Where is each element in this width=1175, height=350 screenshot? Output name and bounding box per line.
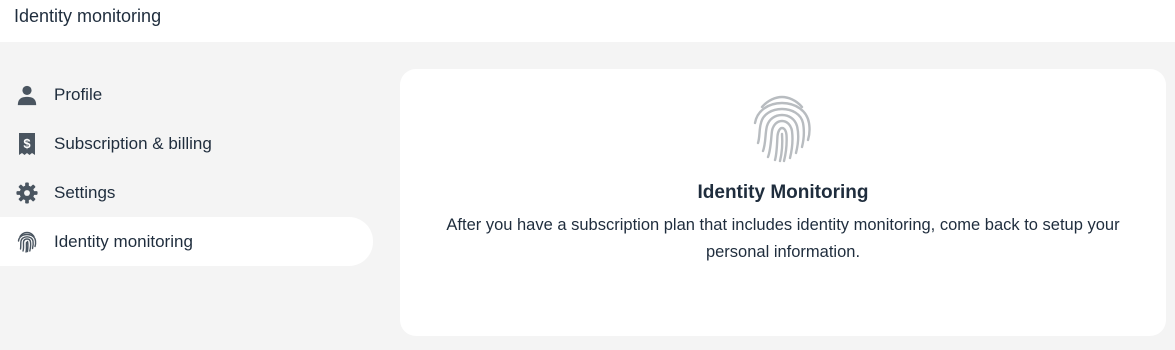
gear-icon bbox=[15, 181, 39, 205]
receipt-dollar-icon: $ bbox=[15, 132, 39, 156]
fingerprint-icon bbox=[746, 93, 818, 165]
sidebar-item-label: Settings bbox=[54, 182, 116, 202]
sidebar-item-label: Identity monitoring bbox=[54, 231, 193, 251]
panel-description: After you have a subscription plan that … bbox=[446, 216, 1120, 261]
sidebar-item-label: Subscription & billing bbox=[54, 133, 212, 153]
person-icon bbox=[15, 83, 39, 107]
fingerprint-icon bbox=[15, 230, 39, 254]
sidebar-item-identity-monitoring[interactable]: Identity monitoring bbox=[0, 217, 373, 266]
svg-text:$: $ bbox=[23, 136, 31, 151]
sidebar-item-settings[interactable]: Settings bbox=[0, 168, 373, 217]
identity-monitoring-panel: Identity Monitoring After you have a sub… bbox=[400, 69, 1166, 336]
sidebar-item-profile[interactable]: Profile bbox=[0, 70, 373, 119]
sidebar-item-label: Profile bbox=[54, 84, 103, 104]
sidebar-item-subscription-billing[interactable]: $ Subscription & billing bbox=[0, 119, 373, 168]
page-title: Identity monitoring bbox=[14, 6, 162, 26]
top-bar: Identity monitoring bbox=[0, 0, 1175, 42]
panel-heading: Identity Monitoring bbox=[697, 182, 869, 203]
sidebar: Profile $ Subscription & billing Setting… bbox=[0, 70, 373, 266]
